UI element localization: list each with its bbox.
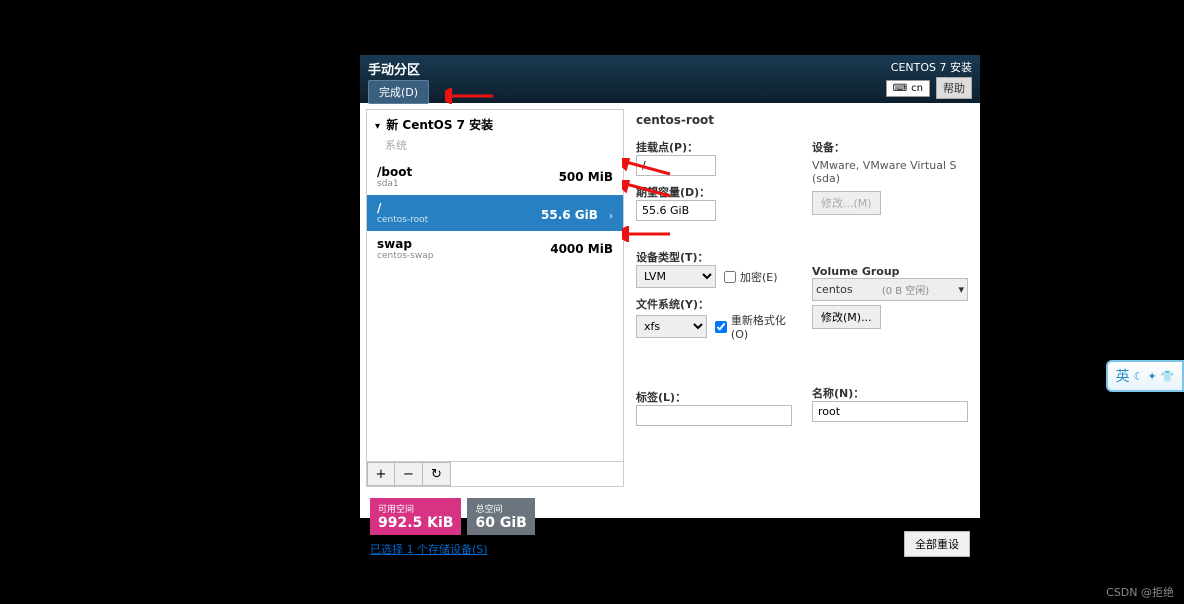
capacity-input[interactable] xyxy=(636,200,716,221)
chevron-down-icon: ▾ xyxy=(958,283,964,296)
partition-toolbar: + − ↻ xyxy=(367,461,623,486)
partition-device: centos-root xyxy=(377,215,428,225)
keyboard-layout: cn xyxy=(911,83,923,94)
header-bar: 手动分区 完成(D) CENTOS 7 安装 ⌨ cn 帮助 xyxy=(360,55,980,103)
modify-devices-button[interactable]: 修改...(M) xyxy=(812,191,881,215)
add-partition-button[interactable]: + xyxy=(367,462,395,486)
install-heading[interactable]: ▾ 新 CentOS 7 安装 xyxy=(375,116,615,133)
moon-icon: ☾ xyxy=(1134,370,1144,383)
encrypt-checkbox[interactable] xyxy=(724,271,736,283)
devices-value: VMware, VMware Virtual S (sda) xyxy=(812,159,968,185)
done-button[interactable]: 完成(D) xyxy=(368,80,429,104)
devices-label: 设备： xyxy=(812,139,968,155)
vg-modify-button[interactable]: 修改(M)... xyxy=(812,305,881,329)
reload-button[interactable]: ↻ xyxy=(423,462,451,486)
star-icon: ✦ xyxy=(1147,370,1156,383)
reformat-checkbox[interactable] xyxy=(715,321,727,333)
partition-item-root[interactable]: / centos-root 55.6 GiB › xyxy=(367,195,623,231)
keyboard-indicator[interactable]: ⌨ cn xyxy=(886,80,930,97)
reformat-label: 重新格式化(O) xyxy=(731,312,792,341)
partition-size: 500 MiB xyxy=(559,170,613,184)
shirt-icon: 👕 xyxy=(1161,370,1175,383)
partition-device: sda1 xyxy=(377,179,412,189)
reset-all-button[interactable]: 全部重设 xyxy=(904,531,970,557)
disclosure-triangle-icon: ▾ xyxy=(375,121,380,132)
help-button[interactable]: 帮助 xyxy=(936,77,972,99)
partition-size: 4000 MiB xyxy=(550,242,613,256)
partition-name: swap xyxy=(377,237,433,251)
system-label: 系统 xyxy=(375,137,615,153)
chevron-right-icon: › xyxy=(609,211,613,222)
capacity-label: 期望容量(D)： xyxy=(636,184,792,200)
encrypt-label: 加密(E) xyxy=(740,269,778,285)
device-type-select[interactable]: LVM xyxy=(636,265,716,288)
partition-size: 55.6 GiB xyxy=(541,208,598,222)
watermark: CSDN @拒绝 xyxy=(1106,584,1174,600)
main-content: ▾ 新 CentOS 7 安装 系统 /boot sda1 500 MiB / … xyxy=(360,103,980,493)
install-title: CENTOS 7 安装 xyxy=(891,59,972,75)
partition-item-boot[interactable]: /boot sda1 500 MiB xyxy=(367,159,623,195)
detail-panel: centos-root 挂载点(P)： 期望容量(D)： 设备类型(T)： LV xyxy=(624,103,980,493)
available-space-box: 可用空间 992.5 KiB xyxy=(370,498,461,535)
installer-window: 手动分区 完成(D) CENTOS 7 安装 ⌨ cn 帮助 ▾ 新 CentO… xyxy=(360,55,980,518)
partition-list: /boot sda1 500 MiB / centos-root 55.6 Gi… xyxy=(367,159,623,461)
total-space-box: 总空间 60 GiB xyxy=(467,498,534,535)
label-label: 标签(L)： xyxy=(636,389,792,405)
remove-partition-button[interactable]: − xyxy=(395,462,423,486)
vg-label: Volume Group xyxy=(812,265,968,278)
partition-device: centos-swap xyxy=(377,251,433,261)
ime-floating-bar[interactable]: 英 ☾ ✦ 👕 xyxy=(1106,360,1184,392)
device-type-label: 设备类型(T)： xyxy=(636,249,792,265)
storage-devices-link[interactable]: 已选择 1 个存储设备(S) xyxy=(370,541,535,557)
mount-input[interactable] xyxy=(636,155,716,176)
partition-panel: ▾ 新 CentOS 7 安装 系统 /boot sda1 500 MiB / … xyxy=(366,109,624,487)
partition-name: /boot xyxy=(377,165,412,179)
fs-select[interactable]: xfs xyxy=(636,315,707,338)
partition-item-swap[interactable]: swap centos-swap 4000 MiB xyxy=(367,231,623,267)
keyboard-icon: ⌨ xyxy=(893,83,907,94)
page-title: 手动分区 xyxy=(368,59,429,78)
label-input[interactable] xyxy=(636,405,792,426)
name-input[interactable] xyxy=(812,401,968,422)
name-label: 名称(N)： xyxy=(812,385,968,401)
vg-select[interactable]: centos (0 B 空闲) ▾ xyxy=(812,278,968,301)
fs-label: 文件系统(Y)： xyxy=(636,296,792,312)
partition-name: / xyxy=(377,201,428,215)
bottom-bar: 可用空间 992.5 KiB 总空间 60 GiB 已选择 1 个存储设备(S)… xyxy=(360,493,980,563)
mount-label: 挂载点(P)： xyxy=(636,139,792,155)
detail-title: centos-root xyxy=(636,113,968,127)
